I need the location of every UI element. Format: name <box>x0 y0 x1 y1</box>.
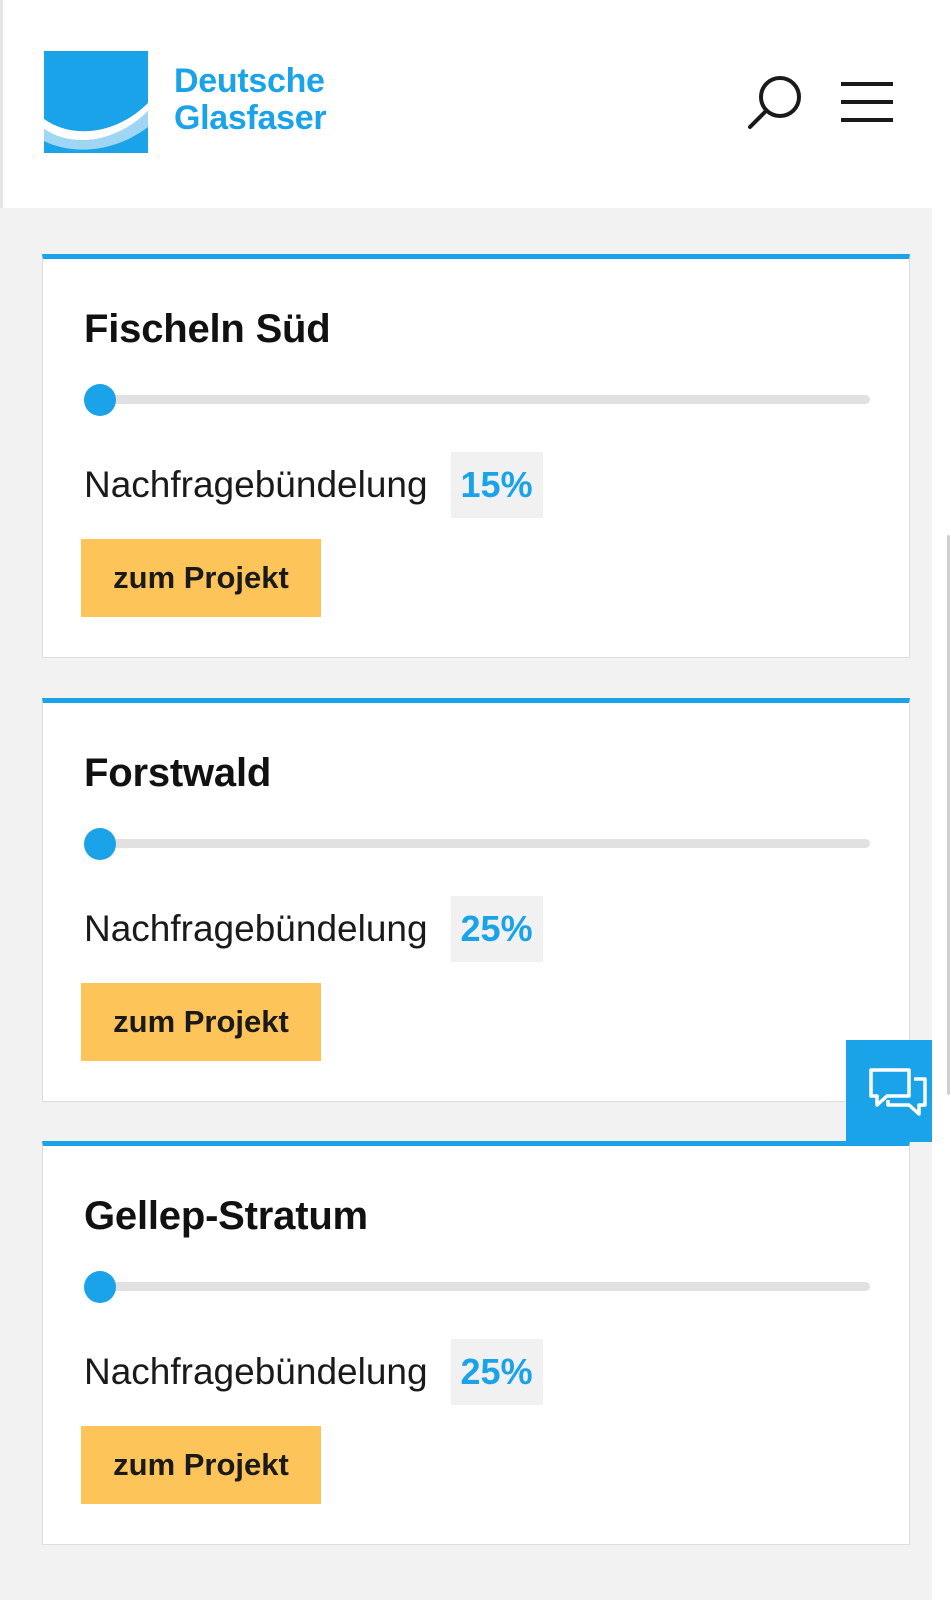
brand-name-line1: Deutsche <box>174 62 325 100</box>
chat-button[interactable] <box>846 1040 932 1142</box>
to-project-button[interactable]: zum Projekt <box>81 983 321 1061</box>
menu-button[interactable] <box>841 82 893 122</box>
status-percent-badge: 25% <box>450 1339 543 1405</box>
progress-track <box>84 1271 870 1303</box>
project-card-gellep-stratum: Gellep-Stratum Nachfragebündelung 25% zu… <box>42 1141 910 1545</box>
to-project-button[interactable]: zum Projekt <box>81 1426 321 1504</box>
progress-track <box>84 384 870 416</box>
status-label: Nachfragebündelung <box>84 908 428 949</box>
search-button[interactable] <box>747 74 807 132</box>
project-card-fischeln-sued: Fischeln Süd Nachfragebündelung 15% zum … <box>42 254 910 658</box>
progress-track <box>84 828 870 860</box>
progress-knob <box>84 1271 116 1303</box>
status-row: Nachfragebündelung 25% <box>84 1339 543 1405</box>
site-header: Deutsche Glasfaser <box>0 0 932 208</box>
status-percent-badge: 15% <box>450 452 543 518</box>
status-row: Nachfragebündelung 15% <box>84 452 543 518</box>
scrollbar[interactable] <box>947 535 950 1095</box>
search-icon <box>748 76 801 129</box>
project-title: Gellep-Stratum <box>84 1194 368 1238</box>
status-label: Nachfragebündelung <box>84 464 428 505</box>
project-card-forstwald: Forstwald Nachfragebündelung 25% zum Pro… <box>42 698 910 1102</box>
project-title: Fischeln Süd <box>84 307 331 351</box>
project-title: Forstwald <box>84 751 272 795</box>
progress-knob <box>84 384 116 416</box>
status-row: Nachfragebündelung 25% <box>84 896 543 962</box>
status-label: Nachfragebündelung <box>84 1351 428 1392</box>
brand-name: Deutsche Glasfaser <box>174 63 374 137</box>
brand-name-line2: Glasfaser <box>174 99 327 137</box>
to-project-button[interactable]: zum Projekt <box>81 539 321 617</box>
progress-knob <box>84 828 116 860</box>
chat-bubbles-icon <box>869 1068 927 1116</box>
logo-mark-icon <box>44 51 148 153</box>
status-percent-badge: 25% <box>450 896 543 962</box>
